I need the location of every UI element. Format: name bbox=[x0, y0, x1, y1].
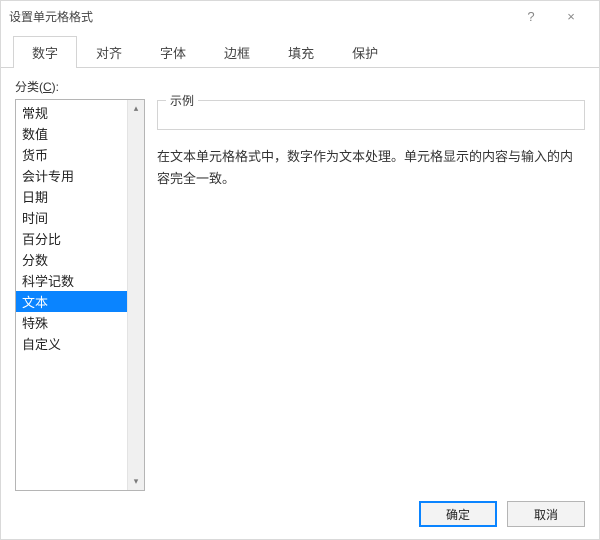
category-description: 在文本单元格格式中，数字作为文本处理。单元格显示的内容与输入的内容完全一致。 bbox=[157, 146, 585, 190]
sample-box: 示例 bbox=[157, 100, 585, 130]
dialog-footer: 确定 取消 bbox=[1, 491, 599, 539]
list-item[interactable]: 常规 bbox=[16, 102, 127, 123]
list-item[interactable]: 分数 bbox=[16, 249, 127, 270]
list-item[interactable]: 时间 bbox=[16, 207, 127, 228]
list-item[interactable]: 货币 bbox=[16, 144, 127, 165]
tab-4[interactable]: 填充 bbox=[269, 36, 333, 68]
list-item[interactable]: 自定义 bbox=[16, 333, 127, 354]
category-label: 分类(C): bbox=[15, 78, 145, 95]
ok-button[interactable]: 确定 bbox=[419, 501, 497, 527]
scroll-down-icon[interactable]: ▾ bbox=[134, 473, 139, 490]
cancel-button[interactable]: 取消 bbox=[507, 501, 585, 527]
tab-0[interactable]: 数字 bbox=[13, 36, 77, 68]
category-column: 分类(C): 常规数值货币会计专用日期时间百分比分数科学记数文本特殊自定义 ▴ … bbox=[15, 78, 145, 491]
dialog-title: 设置单元格格式 bbox=[9, 8, 511, 25]
format-cells-dialog: 设置单元格格式 ? × 数字对齐字体边框填充保护 分类(C): 常规数值货币会计… bbox=[0, 0, 600, 540]
tab-3[interactable]: 边框 bbox=[205, 36, 269, 68]
list-item[interactable]: 文本 bbox=[16, 291, 127, 312]
category-listbox[interactable]: 常规数值货币会计专用日期时间百分比分数科学记数文本特殊自定义 ▴ ▾ bbox=[15, 99, 145, 491]
scrollbar[interactable]: ▴ ▾ bbox=[127, 100, 144, 490]
list-item[interactable]: 数值 bbox=[16, 123, 127, 144]
close-button[interactable]: × bbox=[551, 9, 591, 24]
list-item[interactable]: 百分比 bbox=[16, 228, 127, 249]
detail-column: 示例 在文本单元格格式中，数字作为文本处理。单元格显示的内容与输入的内容完全一致… bbox=[157, 78, 585, 491]
dialog-body: 分类(C): 常规数值货币会计专用日期时间百分比分数科学记数文本特殊自定义 ▴ … bbox=[1, 68, 599, 491]
list-item[interactable]: 科学记数 bbox=[16, 270, 127, 291]
help-button[interactable]: ? bbox=[511, 9, 551, 24]
list-item[interactable]: 特殊 bbox=[16, 312, 127, 333]
tab-2[interactable]: 字体 bbox=[141, 36, 205, 68]
list-item[interactable]: 会计专用 bbox=[16, 165, 127, 186]
tab-5[interactable]: 保护 bbox=[333, 36, 397, 68]
tab-1[interactable]: 对齐 bbox=[77, 36, 141, 68]
tab-strip: 数字对齐字体边框填充保护 bbox=[1, 35, 599, 68]
sample-legend: 示例 bbox=[166, 92, 198, 109]
list-item[interactable]: 日期 bbox=[16, 186, 127, 207]
titlebar: 设置单元格格式 ? × bbox=[1, 1, 599, 31]
scroll-up-icon[interactable]: ▴ bbox=[134, 100, 139, 117]
